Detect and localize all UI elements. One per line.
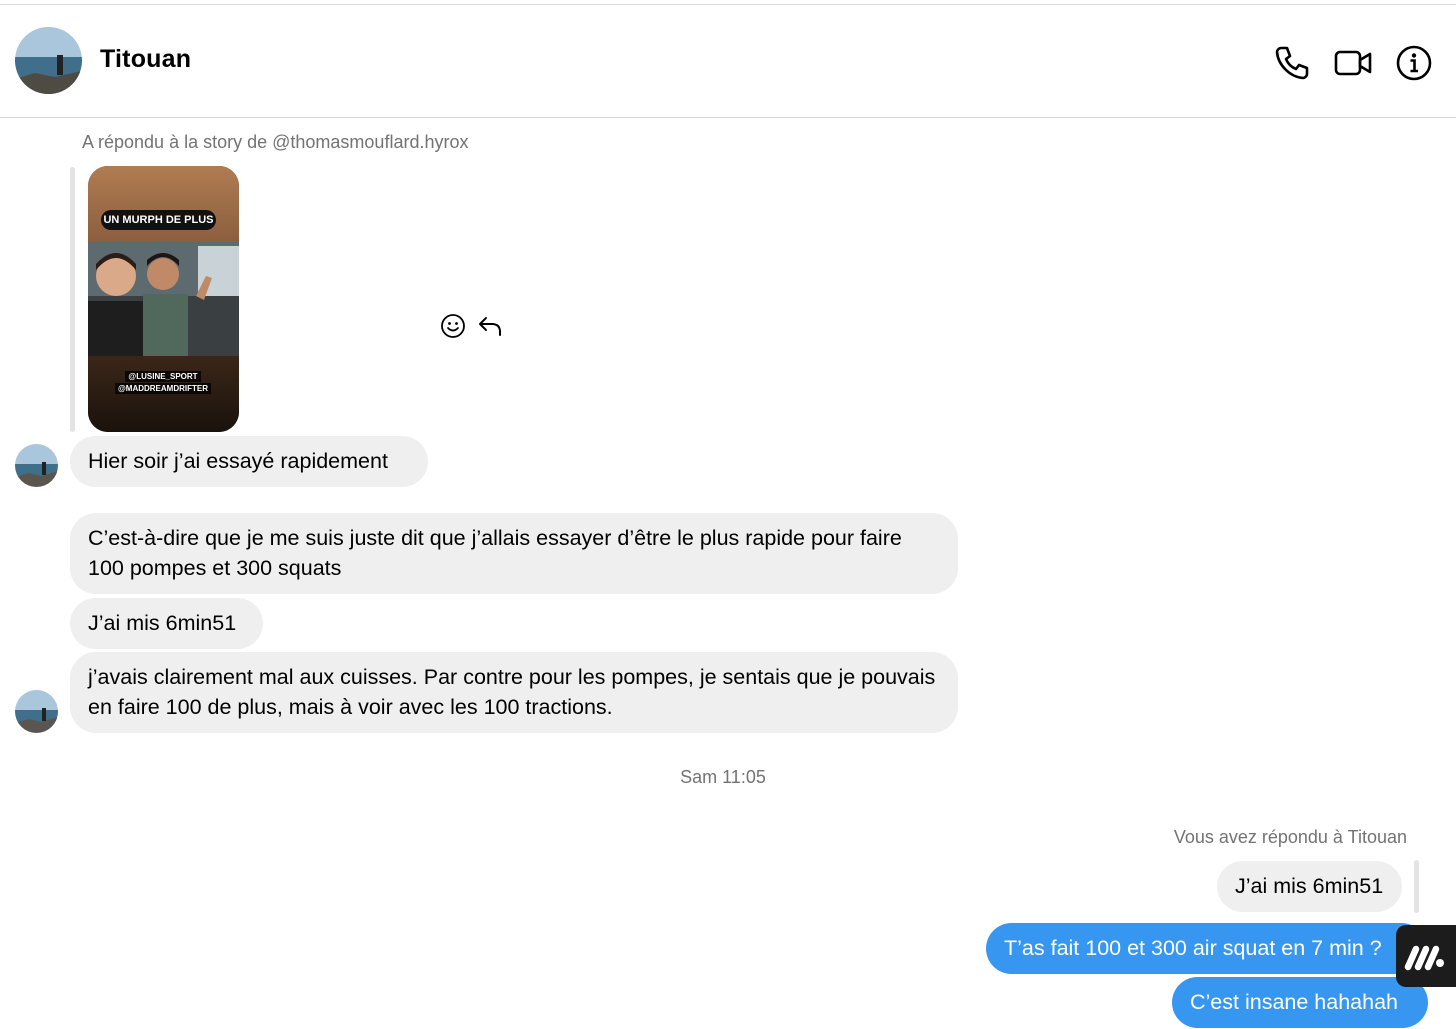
message-bubble[interactable]: j’avais clairement mal aux cuisses. Par … bbox=[70, 652, 958, 733]
avatar[interactable] bbox=[15, 690, 58, 733]
avatar[interactable] bbox=[15, 444, 58, 487]
smiley-icon[interactable] bbox=[439, 312, 467, 340]
story-mention: @LUSINE_SPORT bbox=[125, 371, 201, 382]
story-reply-caption: A répondu à la story de @thomasmouflard.… bbox=[82, 132, 469, 152]
contact-name[interactable]: Titouan bbox=[100, 45, 191, 74]
quote-bar bbox=[70, 167, 75, 432]
m-logo-icon[interactable] bbox=[1396, 925, 1456, 987]
outgoing-message-bubble[interactable]: C’est insane hahahah bbox=[1172, 977, 1428, 1028]
message-bubble[interactable]: C’est-à-dire que je me suis juste dit qu… bbox=[70, 513, 958, 594]
quoted-message-bubble[interactable]: J’ai mis 6min51 bbox=[1217, 861, 1402, 912]
outgoing-message-bubble[interactable]: T’as fait 100 et 300 air squat en 7 min … bbox=[986, 923, 1427, 974]
story-preview[interactable]: UN MURPH DE PLUS @LUSINE_SPORT @MADDREAM… bbox=[88, 166, 239, 432]
story-mentions: @LUSINE_SPORT @MADDREAMDRIFTER bbox=[103, 370, 223, 395]
info-icon[interactable] bbox=[1394, 43, 1434, 83]
message-bubble[interactable]: J’ai mis 6min51 bbox=[70, 598, 263, 649]
chat-header: Titouan bbox=[0, 5, 1456, 118]
reply-icon[interactable] bbox=[476, 312, 504, 340]
video-camera-icon[interactable] bbox=[1333, 43, 1373, 83]
timestamp: Sam 11:05 bbox=[680, 767, 766, 787]
phone-icon[interactable] bbox=[1272, 43, 1312, 83]
story-mention: @MADDREAMDRIFTER bbox=[114, 383, 211, 394]
story-title: UN MURPH DE PLUS bbox=[101, 210, 216, 230]
avatar[interactable] bbox=[15, 27, 82, 94]
reply-caption: Vous avez répondu à Titouan bbox=[1173, 827, 1407, 847]
message-bubble[interactable]: Hier soir j’ai essayé rapidement bbox=[70, 436, 428, 487]
quote-bar bbox=[1414, 860, 1419, 913]
